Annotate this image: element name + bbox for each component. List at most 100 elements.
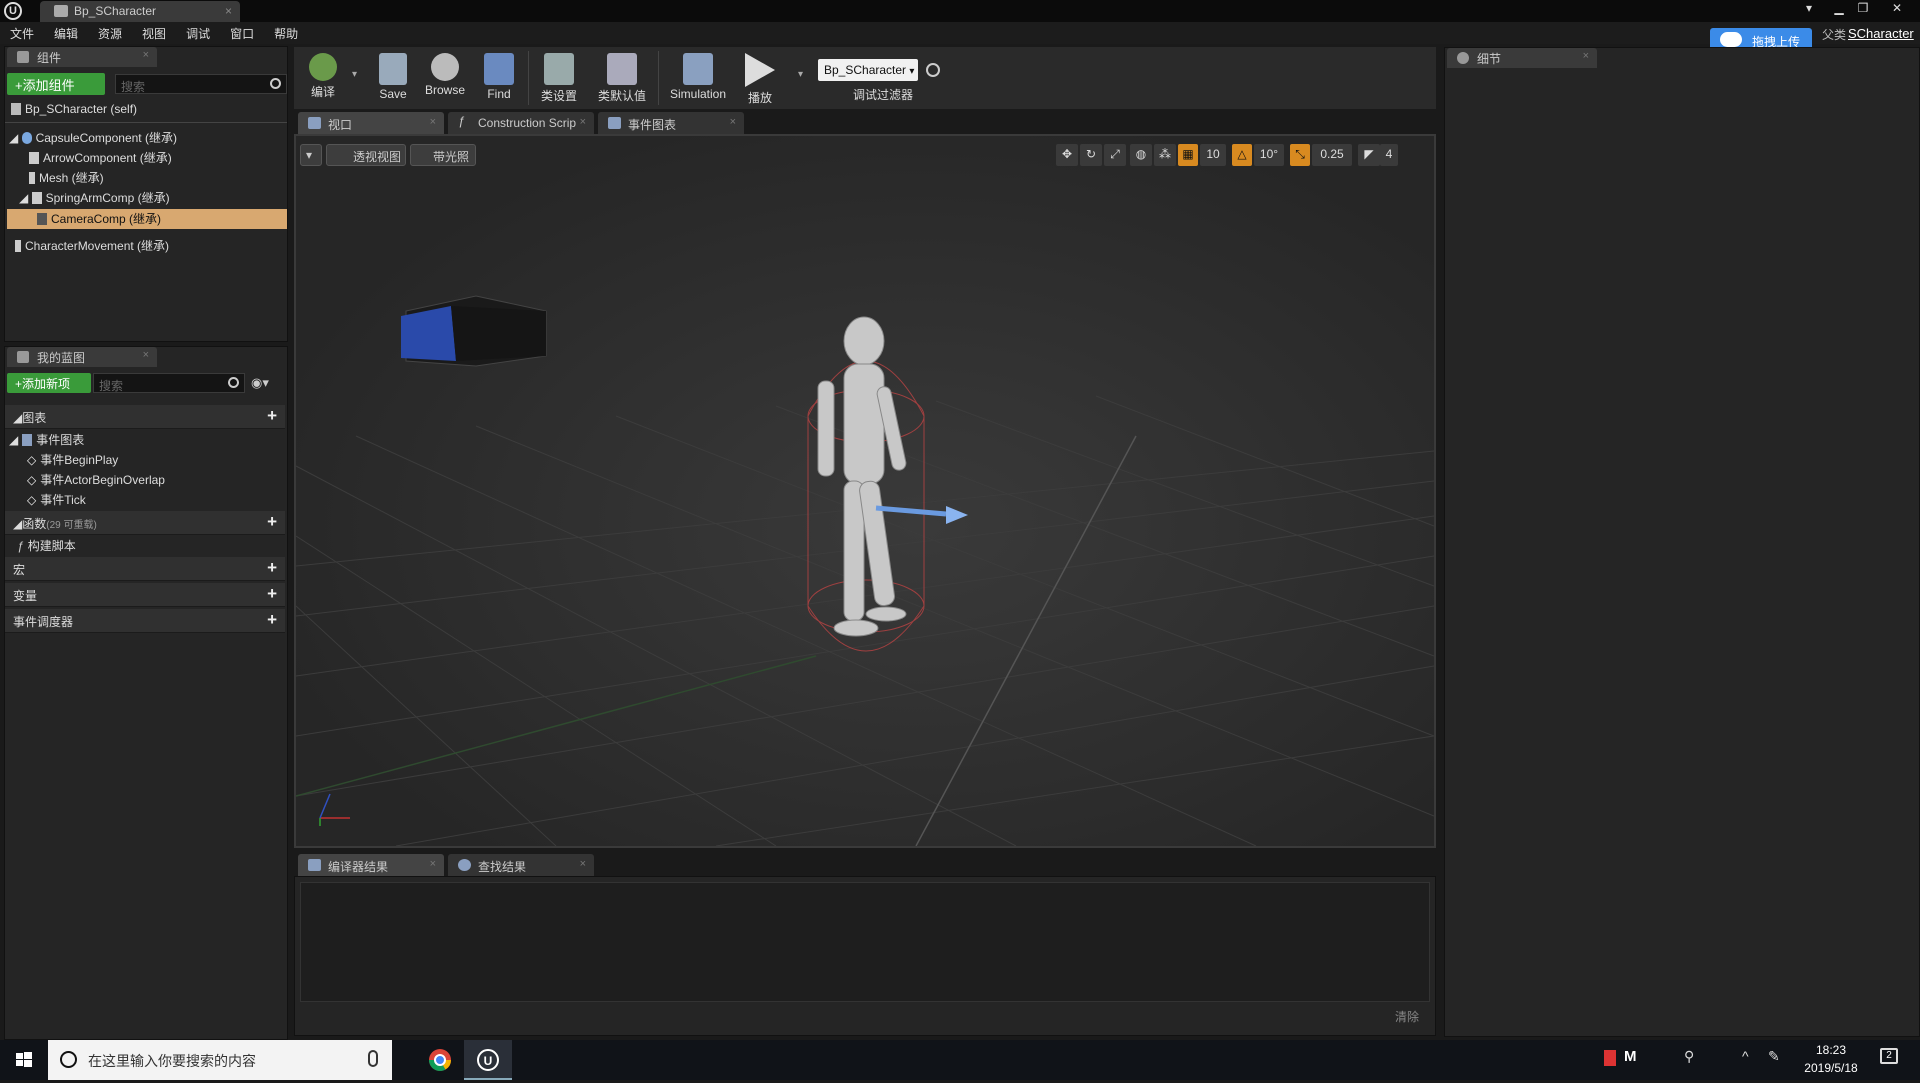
class-settings-button[interactable]: 类设置 — [532, 47, 586, 109]
tree-item-construct-script[interactable]: ƒ 构建脚本 — [17, 537, 76, 555]
viewport-options-button[interactable]: ▾ — [300, 144, 322, 166]
tray-expand-icon[interactable]: ^ — [1742, 1048, 1749, 1064]
tree-item-self[interactable]: Bp_SCharacter (self) — [11, 102, 137, 120]
perspective-view-button[interactable]: 透视视图 — [326, 144, 406, 166]
section-event-dispatchers[interactable]: 事件调度器 + — [5, 609, 285, 633]
tree-item-arrow[interactable]: ArrowComponent (继承) — [29, 149, 172, 167]
compile-button[interactable]: 编译 — [296, 47, 350, 109]
find-button[interactable]: Find — [472, 47, 526, 109]
tree-item-capsule[interactable]: ◢ CapsuleComponent (继承) — [9, 129, 177, 147]
tab-compiler-results[interactable]: 编译器结果 × — [298, 854, 444, 876]
add-macro-icon[interactable]: + — [267, 558, 277, 578]
pen-icon[interactable]: ✎ — [1768, 1048, 1780, 1065]
tree-item-mesh[interactable]: Mesh (继承) — [29, 169, 104, 187]
debug-object-select[interactable]: Bp_SCharacter ▾ — [818, 59, 918, 81]
grid-snap-icon[interactable]: ▦ — [1178, 144, 1198, 166]
close-tab-icon[interactable]: × — [143, 349, 149, 361]
menu-window[interactable]: 窗口 — [220, 22, 264, 44]
tree-item-movement[interactable]: CharacterMovement (继承) — [15, 237, 169, 255]
document-tab[interactable]: Bp_SCharacter × — [40, 1, 240, 22]
tree-item-event-graph[interactable]: ◢ 事件图表 — [9, 431, 84, 449]
play-button[interactable]: 播放 — [734, 47, 786, 109]
tab-construction-script[interactable]: ƒ Construction Scrip × — [448, 112, 594, 134]
windows-start-icon[interactable] — [0, 1040, 48, 1080]
tree-item-camera[interactable]: CameraComp (继承) — [37, 210, 161, 228]
close-tab-icon[interactable]: × — [430, 858, 436, 870]
tray-app-icon[interactable] — [1604, 1050, 1616, 1066]
browse-button[interactable]: Browse — [418, 47, 472, 109]
close-tab-icon[interactable]: × — [580, 858, 586, 870]
lit-mode-button[interactable]: 带光照 — [410, 144, 476, 166]
rotate-tool-icon[interactable]: ↻ — [1080, 144, 1102, 166]
tree-item-event-tick[interactable]: ◇ 事件Tick — [27, 491, 86, 509]
scale-snap-value[interactable]: 0.25 — [1312, 144, 1352, 166]
menu-help[interactable]: 帮助 — [264, 22, 308, 44]
add-dispatcher-icon[interactable]: + — [267, 610, 277, 630]
section-functions[interactable]: ◢函数(29 可重载) + — [5, 511, 285, 535]
blueprint-search-input[interactable]: 搜索 — [93, 373, 245, 393]
save-button[interactable]: Save — [366, 47, 420, 109]
people-icon[interactable]: ⚲ — [1684, 1048, 1694, 1065]
close-tab-icon[interactable]: × — [580, 116, 586, 128]
tab-viewport[interactable]: 视口 × — [298, 112, 444, 134]
menu-asset[interactable]: 资源 — [88, 22, 132, 44]
viewport[interactable]: ▾ 透视视图 带光照 ✥ ↻ ⤢ ◍ ⁂ ▦ 10 △ 10° ⤡ 0.25 ◤… — [294, 134, 1436, 848]
tab-event-graph[interactable]: 事件图表 × — [598, 112, 744, 134]
add-new-button[interactable]: +添加新项 — [7, 373, 91, 393]
translate-tool-icon[interactable]: ✥ — [1056, 144, 1078, 166]
restore-icon[interactable]: ❐ — [1852, 0, 1874, 18]
add-variable-icon[interactable]: + — [267, 584, 277, 604]
components-tab[interactable]: 组件 × — [7, 47, 157, 67]
close-tab-icon[interactable]: × — [1583, 50, 1589, 62]
tree-item-springarm[interactable]: ◢ SpringArmComp (继承) — [19, 189, 170, 207]
parent-class-link[interactable]: SCharacter — [1848, 26, 1914, 41]
camera-speed-value[interactable]: 4 — [1380, 144, 1398, 166]
menu-edit[interactable]: 编辑 — [44, 22, 88, 44]
surface-snap-icon[interactable]: ⁂ — [1154, 144, 1176, 166]
world-local-icon[interactable]: ◍ — [1130, 144, 1152, 166]
section-macros[interactable]: 宏 + — [5, 557, 285, 581]
menu-file[interactable]: 文件 — [0, 22, 44, 44]
compile-options-chevron-icon[interactable]: ▾ — [352, 69, 357, 80]
chrome-icon[interactable] — [416, 1040, 464, 1080]
rotation-snap-icon[interactable]: △ — [1232, 144, 1252, 166]
notification-icon[interactable]: ▾ — [1798, 0, 1820, 18]
debug-filter-search-icon[interactable] — [926, 63, 940, 77]
simulation-button[interactable]: Simulation — [664, 47, 732, 109]
view-options-eye-icon[interactable]: ◉▾ — [251, 375, 281, 391]
tree-item-event-beginplay[interactable]: ◇ 事件BeginPlay — [27, 451, 118, 469]
tab-find-results[interactable]: 查找结果 × — [448, 854, 594, 876]
close-window-icon[interactable]: ✕ — [1886, 0, 1908, 18]
class-defaults-button[interactable]: 类默认值 — [592, 47, 652, 109]
camera-speed-icon[interactable]: ◤ — [1358, 144, 1380, 166]
close-tab-icon[interactable]: × — [143, 49, 149, 61]
microphone-icon[interactable] — [368, 1050, 378, 1067]
section-variables[interactable]: 变量 + — [5, 583, 285, 607]
clock-date[interactable]: 2019/5/18 — [1796, 1061, 1866, 1075]
tree-item-event-overlap[interactable]: ◇ 事件ActorBeginOverlap — [27, 471, 165, 489]
grid-snap-value[interactable]: 10 — [1200, 144, 1226, 166]
components-search-input[interactable]: 搜索 — [115, 74, 287, 94]
add-function-icon[interactable]: + — [267, 512, 277, 532]
menu-debug[interactable]: 调试 — [176, 22, 220, 44]
close-tab-icon[interactable]: × — [430, 116, 436, 128]
unreal-editor-taskbar-icon[interactable]: U — [464, 1040, 512, 1080]
notification-center-icon[interactable]: 2 — [1880, 1048, 1898, 1064]
close-tab-icon[interactable]: × — [225, 4, 232, 18]
clear-button[interactable]: 清除 — [1395, 1008, 1419, 1025]
my-blueprint-tab[interactable]: 我的蓝图 × — [7, 347, 157, 367]
menu-view[interactable]: 视图 — [132, 22, 176, 44]
play-options-chevron-icon[interactable]: ▾ — [798, 69, 803, 80]
section-graphs[interactable]: ◢图表 + — [5, 405, 285, 429]
clock-time[interactable]: 18:23 — [1806, 1043, 1856, 1057]
scale-tool-icon[interactable]: ⤢ — [1104, 144, 1126, 166]
add-graph-icon[interactable]: + — [267, 406, 277, 426]
taskbar-search-input[interactable]: 在这里输入你要搜索的内容 — [48, 1040, 392, 1080]
minimize-icon[interactable]: ▁ — [1828, 0, 1850, 18]
rotation-snap-value[interactable]: 10° — [1254, 144, 1284, 166]
scale-snap-icon[interactable]: ⤡ — [1290, 144, 1310, 166]
details-tab[interactable]: 细节 × — [1447, 48, 1597, 68]
add-component-button[interactable]: +添加组件 — [7, 73, 105, 95]
close-tab-icon[interactable]: × — [730, 116, 736, 128]
tray-m-icon[interactable]: M — [1624, 1048, 1637, 1065]
